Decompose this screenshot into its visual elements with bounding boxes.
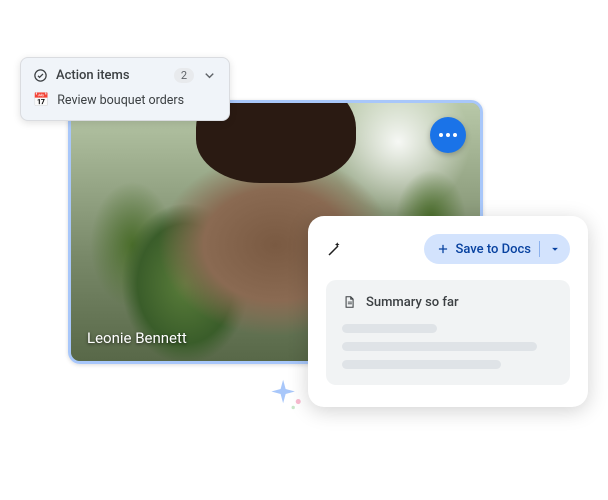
summary-placeholder-line <box>342 342 537 351</box>
plus-icon <box>436 242 450 256</box>
more-horizontal-icon <box>439 133 457 137</box>
action-items-count-badge: 2 <box>174 68 194 83</box>
calendar-icon: 📅 <box>33 94 49 107</box>
summary-card: Save to Docs Summary so far <box>308 216 588 407</box>
magic-wand-icon <box>326 240 344 258</box>
button-divider <box>539 241 540 257</box>
sparkle-icon <box>268 373 310 415</box>
caret-down-icon[interactable] <box>548 242 562 256</box>
action-item-row[interactable]: 📅 Review bouquet orders <box>33 93 217 108</box>
save-to-docs-button[interactable]: Save to Docs <box>424 234 570 264</box>
summary-body: Summary so far <box>326 280 570 385</box>
action-items-card[interactable]: Action items 2 📅 Review bouquet orders <box>20 57 230 121</box>
summary-placeholder-line <box>342 324 437 333</box>
action-item-text: Review bouquet orders <box>57 93 184 108</box>
chevron-down-icon <box>202 68 217 83</box>
summary-title-row: Summary so far <box>342 294 554 310</box>
save-to-docs-label: Save to Docs <box>456 242 531 257</box>
document-icon <box>342 294 356 310</box>
participant-name-label: Leonie Bennett <box>87 329 187 347</box>
summary-header: Save to Docs <box>326 234 570 264</box>
action-items-title: Action items <box>56 68 166 83</box>
check-circle-icon <box>33 68 48 83</box>
summary-section-title: Summary so far <box>366 295 459 310</box>
more-options-button[interactable] <box>430 117 466 153</box>
summary-placeholder-line <box>342 360 501 369</box>
action-items-header[interactable]: Action items 2 <box>33 68 217 83</box>
